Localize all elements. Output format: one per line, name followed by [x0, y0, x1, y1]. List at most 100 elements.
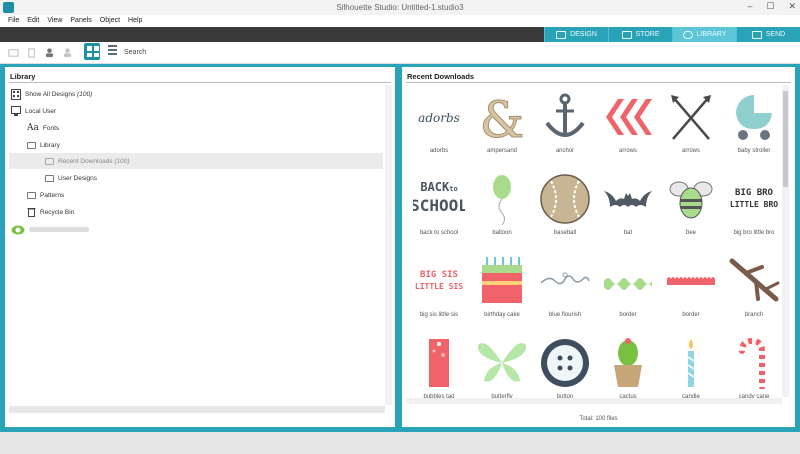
user-icon[interactable]	[62, 47, 73, 58]
svg-text:LITTLE SIS: LITTLE SIS	[415, 282, 463, 291]
blue-flourish-icon	[540, 272, 590, 285]
anchor-icon	[545, 93, 585, 137]
list-view-button[interactable]	[104, 45, 117, 58]
computer-icon	[11, 105, 21, 116]
tab-send[interactable]: SEND	[736, 27, 800, 42]
add-user-icon[interactable]	[44, 47, 55, 58]
design-tile-bee[interactable]: bee	[660, 169, 722, 249]
design-tile-big-sis[interactable]: BIG SIS LITTLE SIS big sis little sis	[408, 251, 470, 331]
tree-show-all[interactable]: Show All Designs (100)	[11, 86, 92, 102]
cloud-icon	[682, 30, 693, 39]
birthday-cake-icon	[482, 257, 522, 303]
delete-icon[interactable]	[26, 47, 37, 58]
folder-icon	[45, 157, 54, 165]
design-tile-birthday-cake[interactable]: birthday cake	[471, 251, 533, 331]
design-tile-baseball[interactable]: baseball	[534, 169, 596, 249]
design-tile-back-to-school[interactable]: BACKto SCHOOL back to school	[408, 169, 470, 249]
folder-icon	[45, 174, 54, 182]
baby-stroller-icon	[736, 95, 772, 140]
cactus-icon	[614, 338, 642, 387]
menu-panels[interactable]: Panels	[70, 15, 91, 27]
bat-icon	[604, 191, 652, 207]
button-icon	[541, 339, 589, 387]
menu-bar: File Edit View Panels Object Help	[0, 15, 800, 27]
tree-recycle-bin[interactable]: Recycle Bin	[27, 204, 74, 220]
tree-vertical-scrollbar[interactable]	[385, 85, 392, 405]
tree-recent-downloads[interactable]: Recent Downloads (100)	[9, 153, 383, 169]
account-name-redacted	[29, 226, 89, 232]
branch-icon	[729, 258, 780, 302]
design-tile-border[interactable]: border	[597, 251, 659, 331]
store-icon	[621, 30, 632, 39]
adorbs-word-icon: adorbs	[418, 111, 460, 125]
design-tile-big-bro[interactable]: BIG BRO LITTLE BRO big bro little bro	[723, 169, 785, 249]
ampersand-icon: &	[479, 91, 525, 143]
baseball-icon	[540, 174, 590, 224]
tab-store[interactable]: STORE	[608, 27, 672, 42]
window-title: Silhouette Studio: Untitled-1.studio3	[336, 3, 464, 12]
candle-icon	[687, 339, 695, 387]
design-tile-border-2[interactable]: border	[660, 251, 722, 331]
border-wave-icon	[604, 278, 652, 290]
library-toolbar	[0, 42, 800, 64]
bee-icon	[669, 181, 713, 219]
design-tile-blue-flourish[interactable]: blue flourish	[534, 251, 596, 331]
svg-text:BIG BRO: BIG BRO	[735, 188, 774, 198]
close-button[interactable]: ✕	[788, 1, 796, 12]
title-bar: Silhouette Studio: Untitled-1.studio3 – …	[0, 0, 800, 16]
crossed-arrows-icon	[671, 95, 711, 140]
design-tile-bat[interactable]: bat	[597, 169, 659, 249]
back-to-school-word-icon: BACKto SCHOOL	[413, 180, 465, 215]
new-folder-icon[interactable]	[8, 47, 19, 58]
design-tile-baby-stroller[interactable]: baby stroller	[723, 87, 785, 167]
total-files-status: Total: 100 files	[579, 416, 618, 422]
big-sis-word-icon: BIG SIS LITTLE SIS	[415, 270, 463, 291]
tree-library[interactable]: Library	[27, 137, 60, 153]
library-panel-title: Library	[10, 72, 36, 81]
tab-library[interactable]: LIBRARY	[672, 27, 736, 42]
arrows-chevron-icon	[606, 99, 652, 135]
tree-local-user[interactable]: Local User	[11, 103, 56, 119]
folder-icon	[27, 191, 36, 199]
tree-fonts[interactable]: Aa Fonts	[27, 120, 59, 136]
menu-object[interactable]: Object	[100, 15, 120, 27]
cutter-icon	[751, 30, 762, 39]
border-scallop-icon	[667, 277, 715, 285]
tree-cloud-account[interactable]	[11, 221, 89, 237]
grid-horizontal-scrollbar[interactable]	[406, 398, 782, 404]
tree-horizontal-scrollbar[interactable]	[9, 406, 385, 413]
menu-edit[interactable]: Edit	[27, 15, 39, 27]
candy-cane-icon	[739, 337, 765, 389]
menu-view[interactable]: View	[47, 15, 62, 27]
trash-icon	[27, 208, 36, 217]
tab-design[interactable]: DESIGN	[544, 27, 608, 42]
grid-view-button[interactable]	[84, 43, 100, 60]
svg-text:SCHOOL: SCHOOL	[413, 196, 465, 215]
design-tile-adorbs[interactable]: adorbs adorbs	[408, 87, 470, 167]
design-tile-anchor[interactable]: anchor	[534, 87, 596, 167]
search-input[interactable]: Search	[124, 49, 146, 56]
menu-file[interactable]: File	[8, 15, 19, 27]
library-tree-panel: Library Show All Designs (100) Local Use…	[5, 67, 395, 427]
design-tile-ampersand[interactable]: & ampersand	[471, 87, 533, 167]
recent-downloads-panel: Recent Downloads adorbs adorbs & ampersa…	[402, 67, 795, 427]
designs-icon	[11, 88, 21, 100]
svg-text:BIG SIS: BIG SIS	[420, 270, 458, 280]
maximize-button[interactable]: ☐	[766, 1, 774, 12]
cloud-icon	[11, 225, 25, 234]
design-tile-arrows[interactable]: arrows	[597, 87, 659, 167]
design-icon	[556, 30, 567, 39]
svg-text:BACKto: BACKto	[420, 180, 457, 194]
balloon-icon	[493, 175, 511, 225]
big-bro-word-icon: BIG BRO LITTLE BRO	[730, 188, 778, 209]
design-tile-branch[interactable]: branch	[723, 251, 785, 331]
bottom-strip	[0, 432, 800, 454]
tree-patterns[interactable]: Patterns	[27, 187, 64, 203]
tree-user-designs[interactable]: User Designs	[45, 170, 97, 186]
recent-panel-title: Recent Downloads	[407, 72, 475, 81]
minimize-button[interactable]: –	[747, 1, 752, 12]
bubbles-tag-icon	[429, 339, 449, 387]
design-tile-arrows-2[interactable]: arrows	[660, 87, 722, 167]
design-tile-balloon[interactable]: balloon	[471, 169, 533, 249]
menu-help[interactable]: Help	[128, 15, 142, 27]
